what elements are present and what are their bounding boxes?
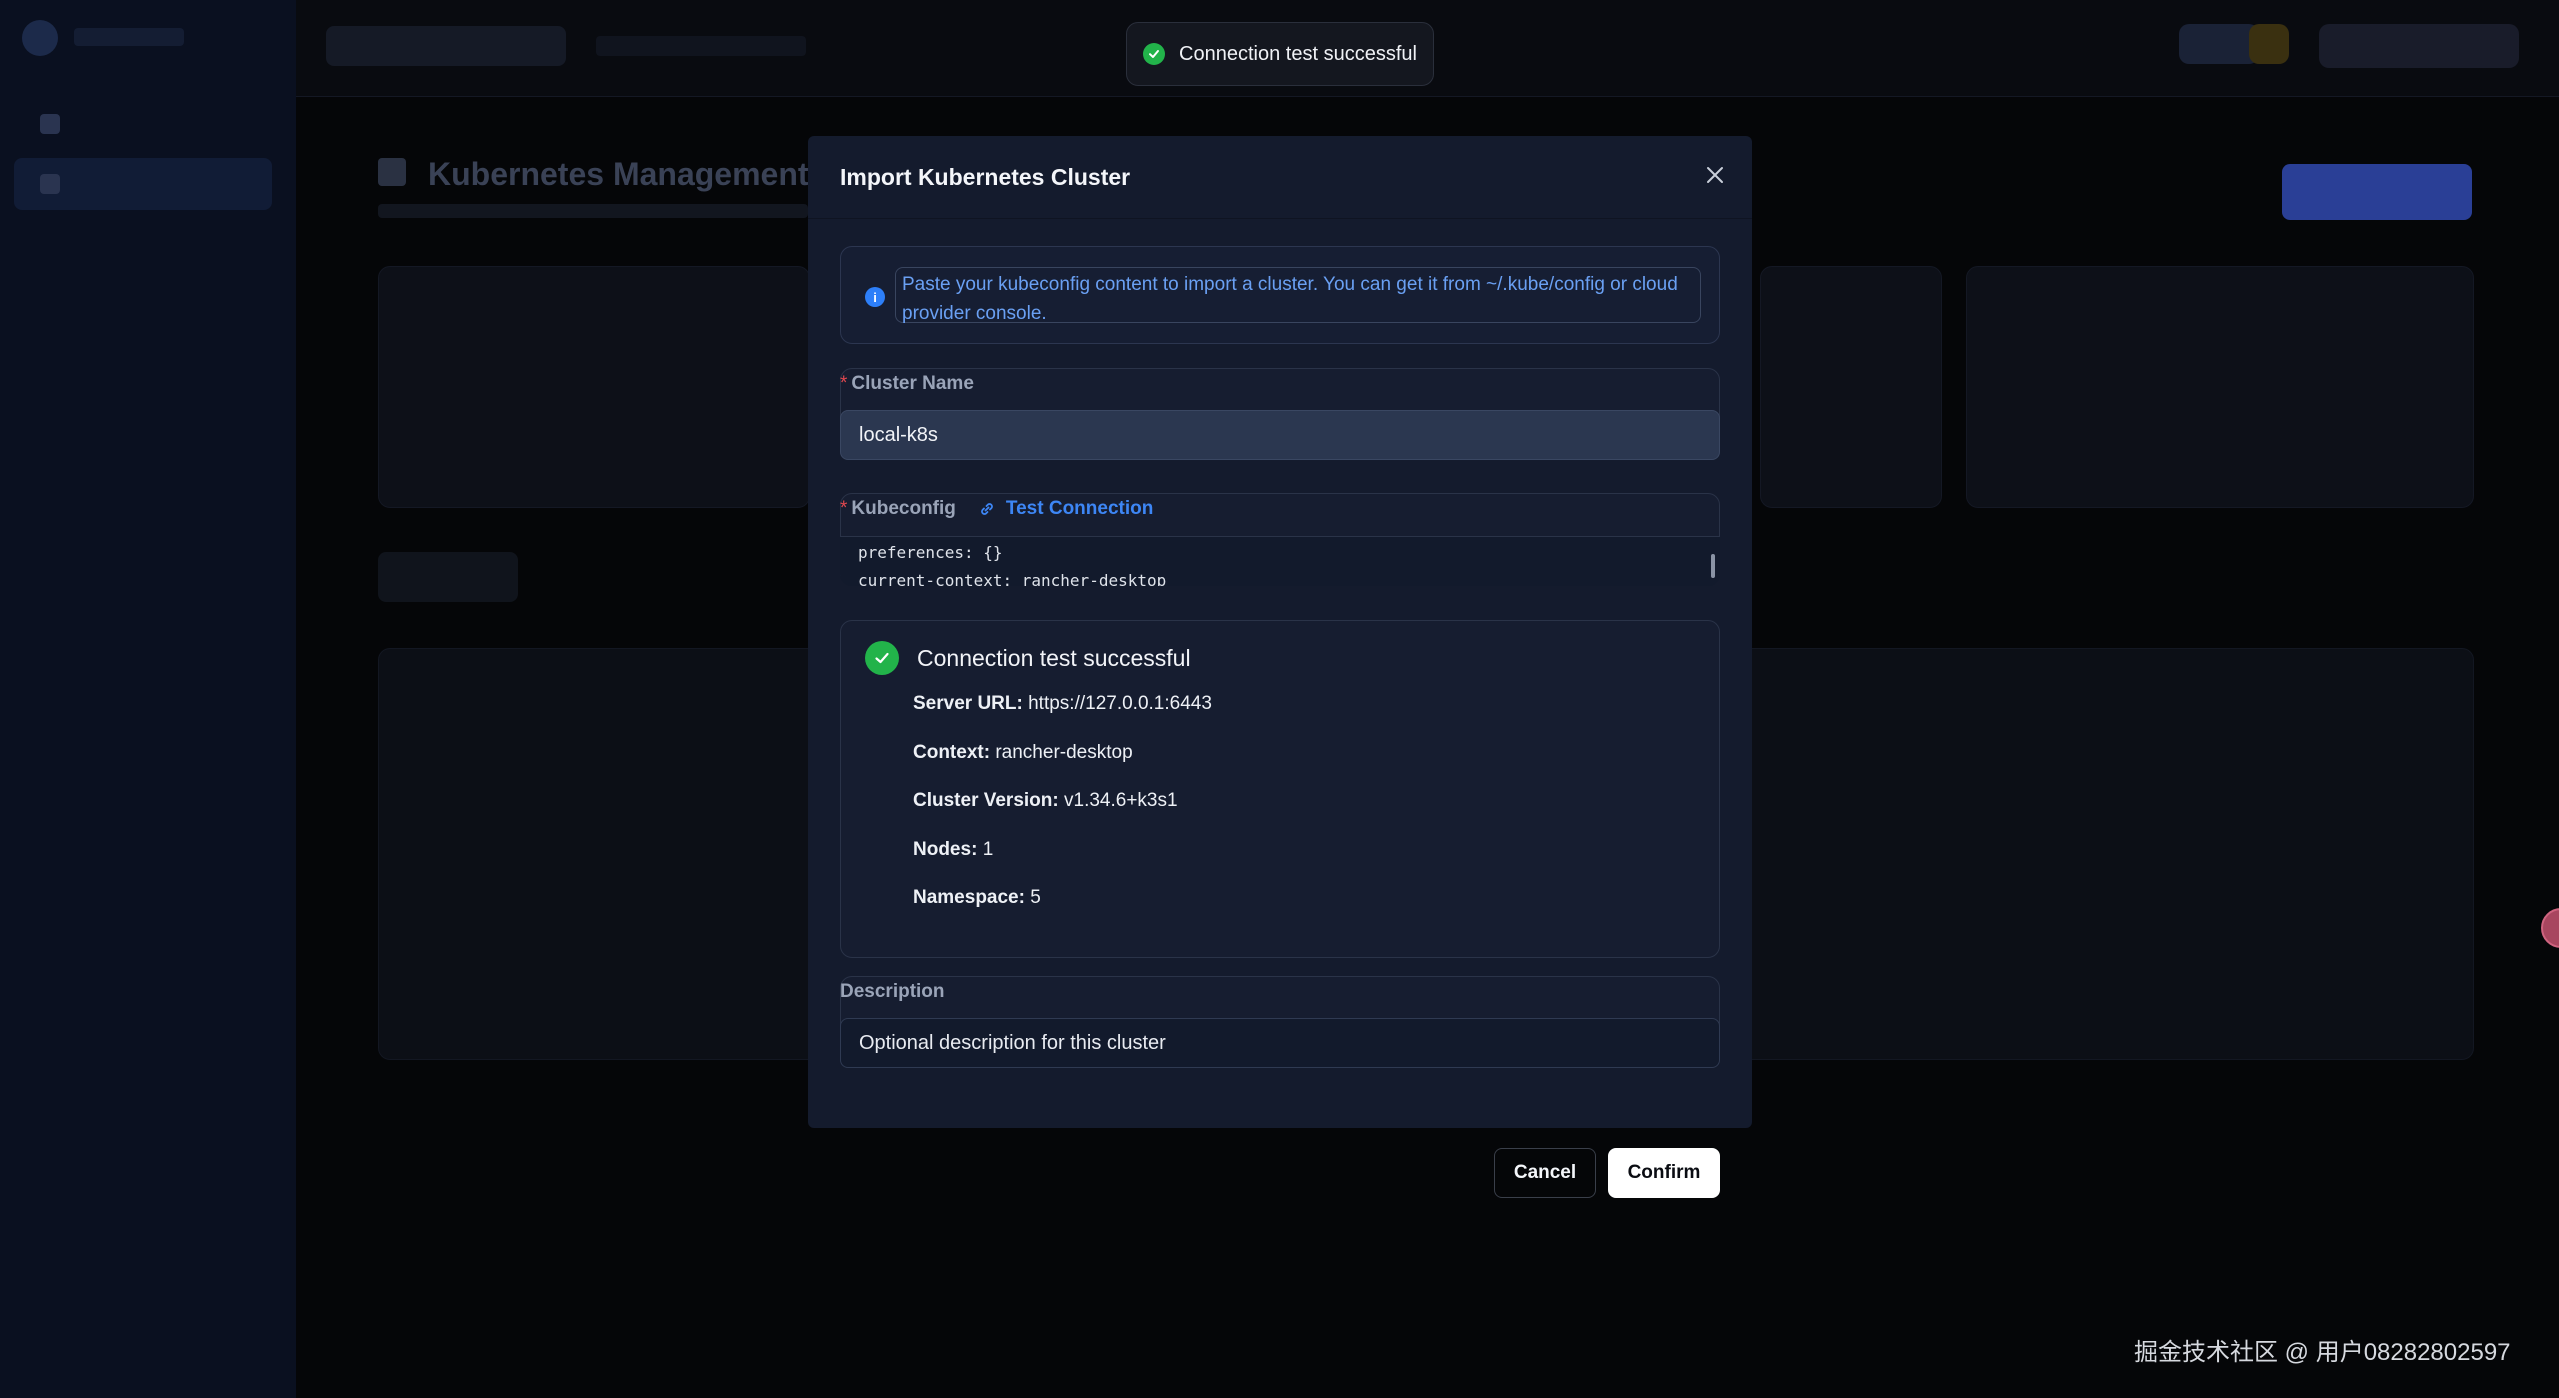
- page-title-icon: [378, 158, 406, 186]
- sidebar-item-kubernetes[interactable]: [14, 158, 272, 210]
- import-cluster-modal: Import Kubernetes Cluster i Paste your k…: [808, 136, 1752, 1128]
- confirm-button[interactable]: Confirm: [1608, 1148, 1720, 1198]
- nodes-label: Nodes:: [913, 839, 978, 860]
- cluster-version-row: Cluster Version: v1.34.6+k3s1: [913, 790, 1178, 812]
- kubeconfig-textarea[interactable]: preferences: {} current-context: rancher…: [840, 536, 1720, 586]
- result-status: Connection test successful: [917, 644, 1191, 671]
- floating-assistant-button[interactable]: [2541, 908, 2559, 948]
- server-url-label: Server URL:: [913, 693, 1023, 714]
- page-subtitle: [378, 204, 808, 218]
- import-cluster-button[interactable]: [2282, 164, 2472, 220]
- link-icon: [981, 503, 993, 515]
- result-header: Connection test successful: [865, 641, 1191, 675]
- namespace-value: 5: [1030, 887, 1041, 908]
- info-alert: i Paste your kubeconfig content to impor…: [840, 246, 1720, 344]
- code-line: current-context: rancher-desktop: [858, 571, 1167, 586]
- description-label: Description: [840, 981, 945, 1002]
- modal-title: Import Kubernetes Cluster: [840, 164, 1131, 190]
- cluster-name-input[interactable]: local-k8s: [840, 410, 1720, 460]
- cluster-name-label: * Cluster Name: [840, 373, 974, 395]
- app-name-placeholder: [74, 28, 184, 46]
- namespace-label: Namespace:: [913, 887, 1025, 908]
- check-circle-icon: [865, 641, 899, 675]
- context-label: Context:: [913, 742, 991, 763]
- description-input[interactable]: Optional description for this cluster: [840, 1018, 1720, 1068]
- info-icon: i: [865, 287, 885, 307]
- check-circle-icon: [1143, 43, 1166, 65]
- test-connection-label: Test Connection: [1005, 498, 1154, 519]
- info-text: Paste your kubeconfig content to import …: [895, 267, 1701, 324]
- sidebar-item-icon: [40, 174, 60, 194]
- breadcrumb[interactable]: [326, 26, 566, 66]
- code-line: preferences: {}: [858, 543, 1003, 562]
- kubeconfig-label-text: Kubeconfig: [851, 498, 956, 519]
- nodes-row: Nodes: 1: [913, 839, 993, 861]
- page-title: Kubernetes Management: [428, 156, 809, 192]
- cluster-version-value: v1.34.6+k3s1: [1064, 790, 1178, 811]
- stat-card: [1760, 266, 1942, 508]
- watermark: 掘金技术社区 @ 用户08282802597: [2134, 1339, 2511, 1366]
- refresh-button[interactable]: [378, 552, 518, 602]
- notification-icon[interactable]: [2249, 24, 2289, 64]
- required-mark: *: [840, 373, 848, 394]
- required-mark: *: [840, 498, 848, 519]
- stat-card: [1966, 266, 2474, 508]
- cluster-version-label: Cluster Version:: [913, 790, 1059, 811]
- user-menu[interactable]: [2319, 24, 2519, 68]
- server-url-value: https://127.0.0.1:6443: [1028, 693, 1212, 714]
- sidebar-item-icon: [40, 114, 60, 134]
- server-url-row: Server URL: https://127.0.0.1:6443: [913, 693, 1212, 715]
- cluster-name-label-text: Cluster Name: [851, 373, 974, 394]
- app-logo: [22, 20, 58, 56]
- sidebar: [0, 0, 296, 1398]
- namespace-row: Namespace: 5: [913, 887, 1041, 909]
- modal-header: Import Kubernetes Cluster: [808, 136, 1752, 219]
- success-toast: Connection test successful: [1126, 22, 1434, 86]
- textarea-scrollbar[interactable]: [1711, 554, 1715, 578]
- connection-result-panel: Connection test successful Server URL: h…: [840, 620, 1720, 958]
- stat-card: [378, 266, 810, 508]
- cancel-button[interactable]: Cancel: [1494, 1148, 1596, 1198]
- sidebar-item-1[interactable]: [14, 98, 272, 150]
- kubeconfig-label: * Kubeconfig Test Connection: [840, 498, 1153, 520]
- top-bar-badge[interactable]: [2179, 24, 2259, 64]
- breadcrumb-secondary: [596, 36, 806, 56]
- close-icon[interactable]: [1702, 162, 1728, 188]
- nodes-value: 1: [982, 839, 994, 860]
- context-row: Context: rancher-desktop: [913, 742, 1133, 764]
- context-value: rancher-desktop: [995, 742, 1133, 763]
- toast-message: Connection test successful: [1179, 42, 1417, 65]
- test-connection-button[interactable]: Test Connection: [978, 498, 1153, 520]
